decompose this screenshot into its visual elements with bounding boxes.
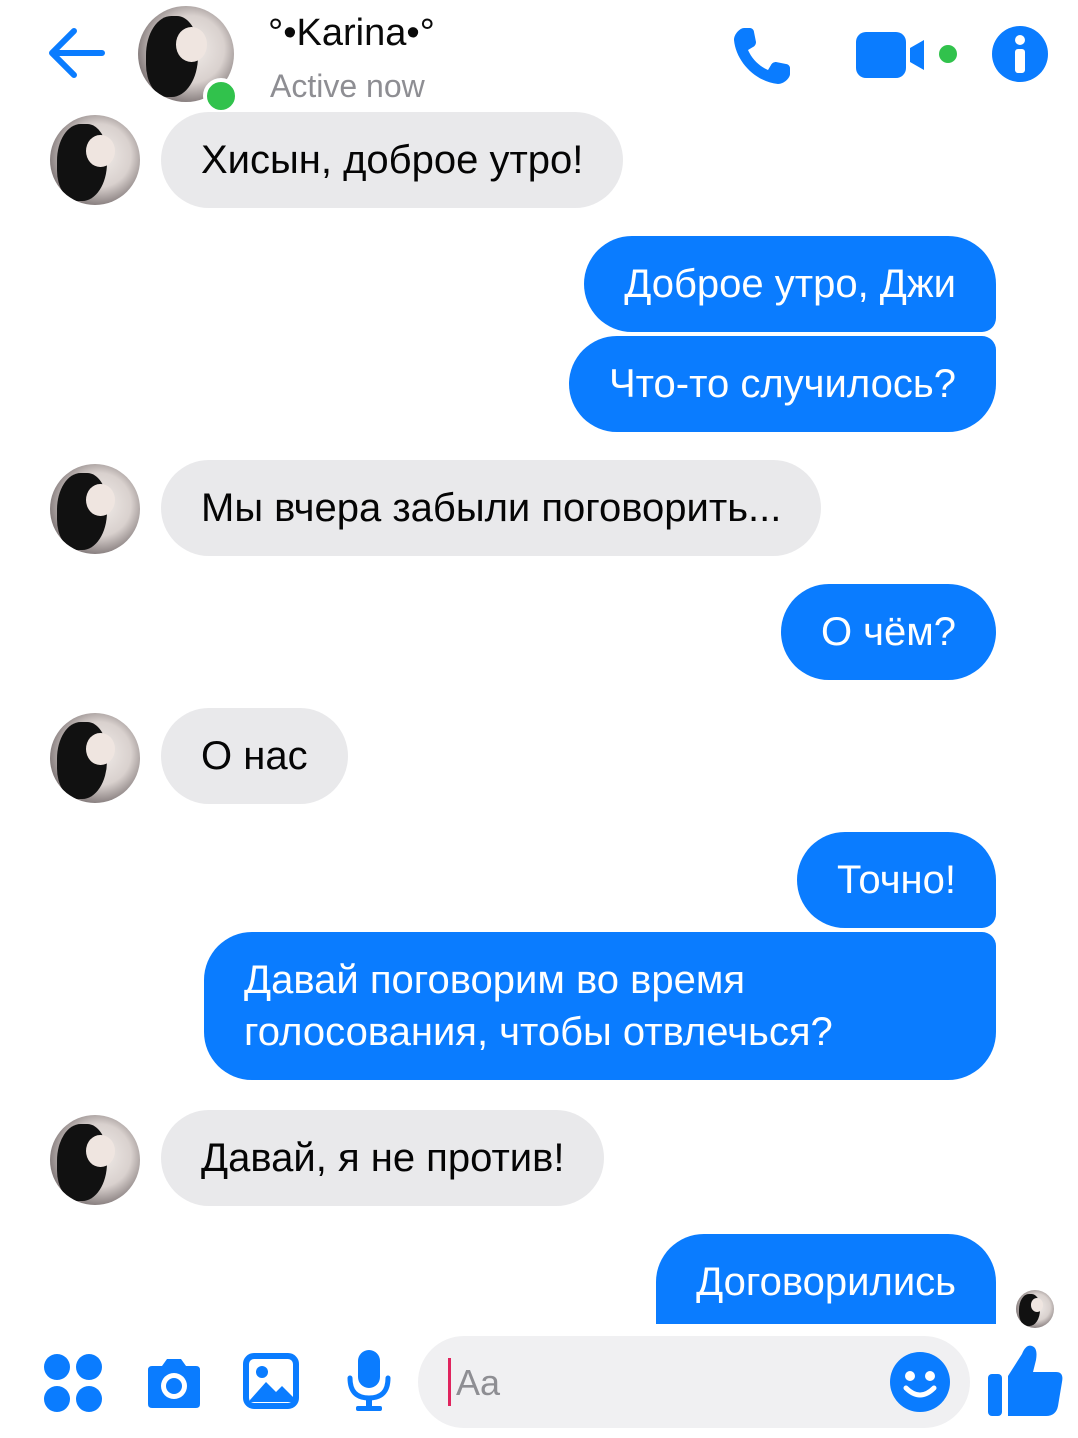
contact-status: Active now (270, 68, 425, 104)
phone-icon[interactable] (730, 24, 794, 88)
sender-avatar (50, 1115, 140, 1205)
microphone-icon[interactable] (344, 1348, 394, 1414)
contact-name[interactable]: °•Karina•° (268, 12, 435, 55)
message-incoming[interactable]: О нас (161, 708, 348, 804)
image-icon[interactable] (242, 1352, 300, 1410)
message-incoming[interactable]: Давай, я не против! (161, 1110, 605, 1206)
message-outgoing[interactable]: Что-то случилось? (569, 336, 996, 432)
message-outgoing[interactable]: Договорились (656, 1234, 996, 1324)
online-indicator (203, 78, 239, 114)
camera-icon[interactable] (144, 1356, 204, 1410)
message-incoming[interactable]: Мы вчера забыли поговорить... (161, 460, 822, 556)
message-input-box[interactable] (418, 1336, 970, 1428)
thumbs-up-icon[interactable] (986, 1340, 1066, 1420)
message-outgoing[interactable]: Точно! (797, 832, 996, 928)
message-outgoing[interactable]: О чём? (780, 584, 996, 680)
sender-avatar (50, 713, 140, 803)
message-outgoing[interactable]: Давай поговорим во время голосования, чт… (204, 932, 996, 1080)
read-receipt-avatar (1016, 1290, 1054, 1328)
message-outgoing[interactable]: Доброе утро, Джи (584, 236, 996, 332)
text-caret (448, 1358, 451, 1406)
sender-avatar (50, 464, 140, 554)
arrow-left-icon[interactable] (44, 26, 106, 80)
message-incoming[interactable]: Хисын, доброе утро! (161, 112, 624, 208)
info-icon[interactable] (990, 24, 1050, 84)
emoji-icon[interactable] (888, 1350, 952, 1414)
sender-avatar (50, 115, 140, 205)
message-input[interactable] (454, 1346, 878, 1420)
video-camera-icon[interactable] (854, 30, 962, 80)
apps-grid-icon[interactable] (42, 1352, 104, 1414)
